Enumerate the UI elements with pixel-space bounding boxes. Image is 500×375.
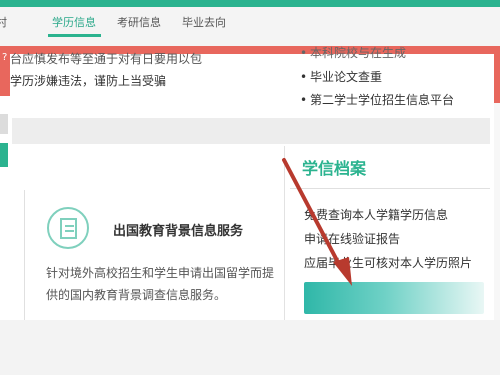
side-tab-marker [0,114,8,134]
nav-tab-graduate-destination[interactable]: 毕业去向 [182,14,226,32]
bullet-icon: • [300,46,308,60]
news-headline-2[interactable]: 学历涉嫌违法，谨防上当受骗 [10,72,282,89]
bullet-icon: • [300,93,308,107]
alert-badge: ? [0,50,10,96]
top-accent-bar [0,0,500,7]
service-card-title[interactable]: 出国教育背景信息服务 [113,220,243,239]
service-card-description: 针对境外高校招生和学生申请出国留学而提供的国内教育背景调查信息服务。 [46,266,275,302]
archive-link-photo-check[interactable]: 应届毕业生可核对本人学历照片 [304,254,472,271]
archive-section-title[interactable]: 学信档案 [302,155,366,179]
quick-link-second-degree[interactable]: • 第二学士学位招生信息平台 [300,91,454,108]
quick-link-thesis-check[interactable]: • 毕业论文查重 [300,68,382,85]
top-navigation: 村 学历信息 考研信息 毕业去向 [0,0,500,46]
archive-title-divider [290,188,490,189]
page-bottom-area [0,320,500,375]
nav-item-partial[interactable]: 村 [0,14,7,32]
archive-link-free-query[interactable]: 免费查询本人学籍学历信息 [304,206,448,223]
nav-tab-degree-info[interactable]: 学历信息 [52,14,96,32]
side-tab-marker-active[interactable] [0,143,8,167]
news-headline-1[interactable]: 台应慎发布等至通于对有日要用以包 [10,50,282,67]
document-icon [47,207,89,249]
quick-link-partial[interactable]: • 本科院校与在生成 [300,44,406,61]
nav-tab-postgrad-info[interactable]: 考研信息 [117,14,161,32]
active-tab-indicator [48,34,101,37]
archive-link-online-verification[interactable]: 申请在线验证报告 [304,230,400,247]
archive-enter-button[interactable] [304,282,484,314]
bullet-icon: • [300,70,308,84]
column-divider [284,146,285,320]
section-divider-band [12,118,490,144]
